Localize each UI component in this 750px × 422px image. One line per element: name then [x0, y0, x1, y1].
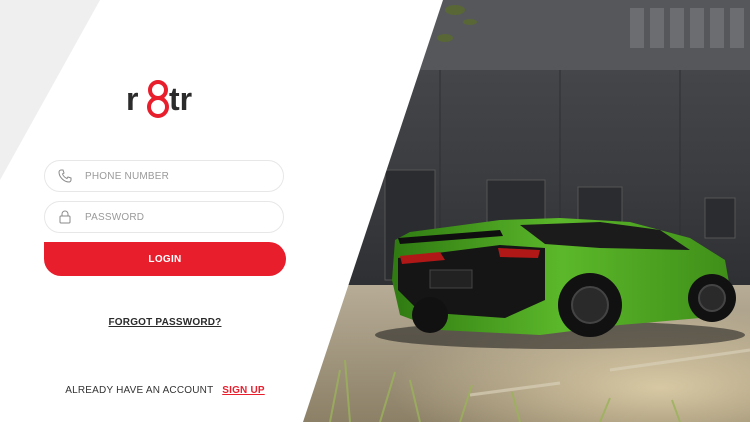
login-button[interactable]: LOGIN	[44, 242, 286, 276]
forgot-password-link[interactable]: FORGOT PASSWORD?	[108, 317, 221, 328]
signup-row: ALREADY HAVE AN ACCOUNT SIGN UP	[0, 385, 330, 396]
signup-prompt: ALREADY HAVE AN ACCOUNT	[65, 385, 214, 396]
lock-icon	[57, 209, 73, 225]
svg-text:tr: tr	[169, 81, 192, 117]
phone-input[interactable]	[83, 169, 267, 183]
brand-logo: r tr	[126, 80, 192, 118]
password-field[interactable]	[44, 201, 284, 233]
forgot-password-row: FORGOT PASSWORD?	[0, 312, 330, 330]
password-input[interactable]	[83, 210, 267, 224]
svg-text:r: r	[126, 81, 138, 117]
signup-link[interactable]: SIGN UP	[222, 385, 265, 396]
phone-field[interactable]	[44, 160, 284, 192]
phone-icon	[57, 168, 73, 184]
